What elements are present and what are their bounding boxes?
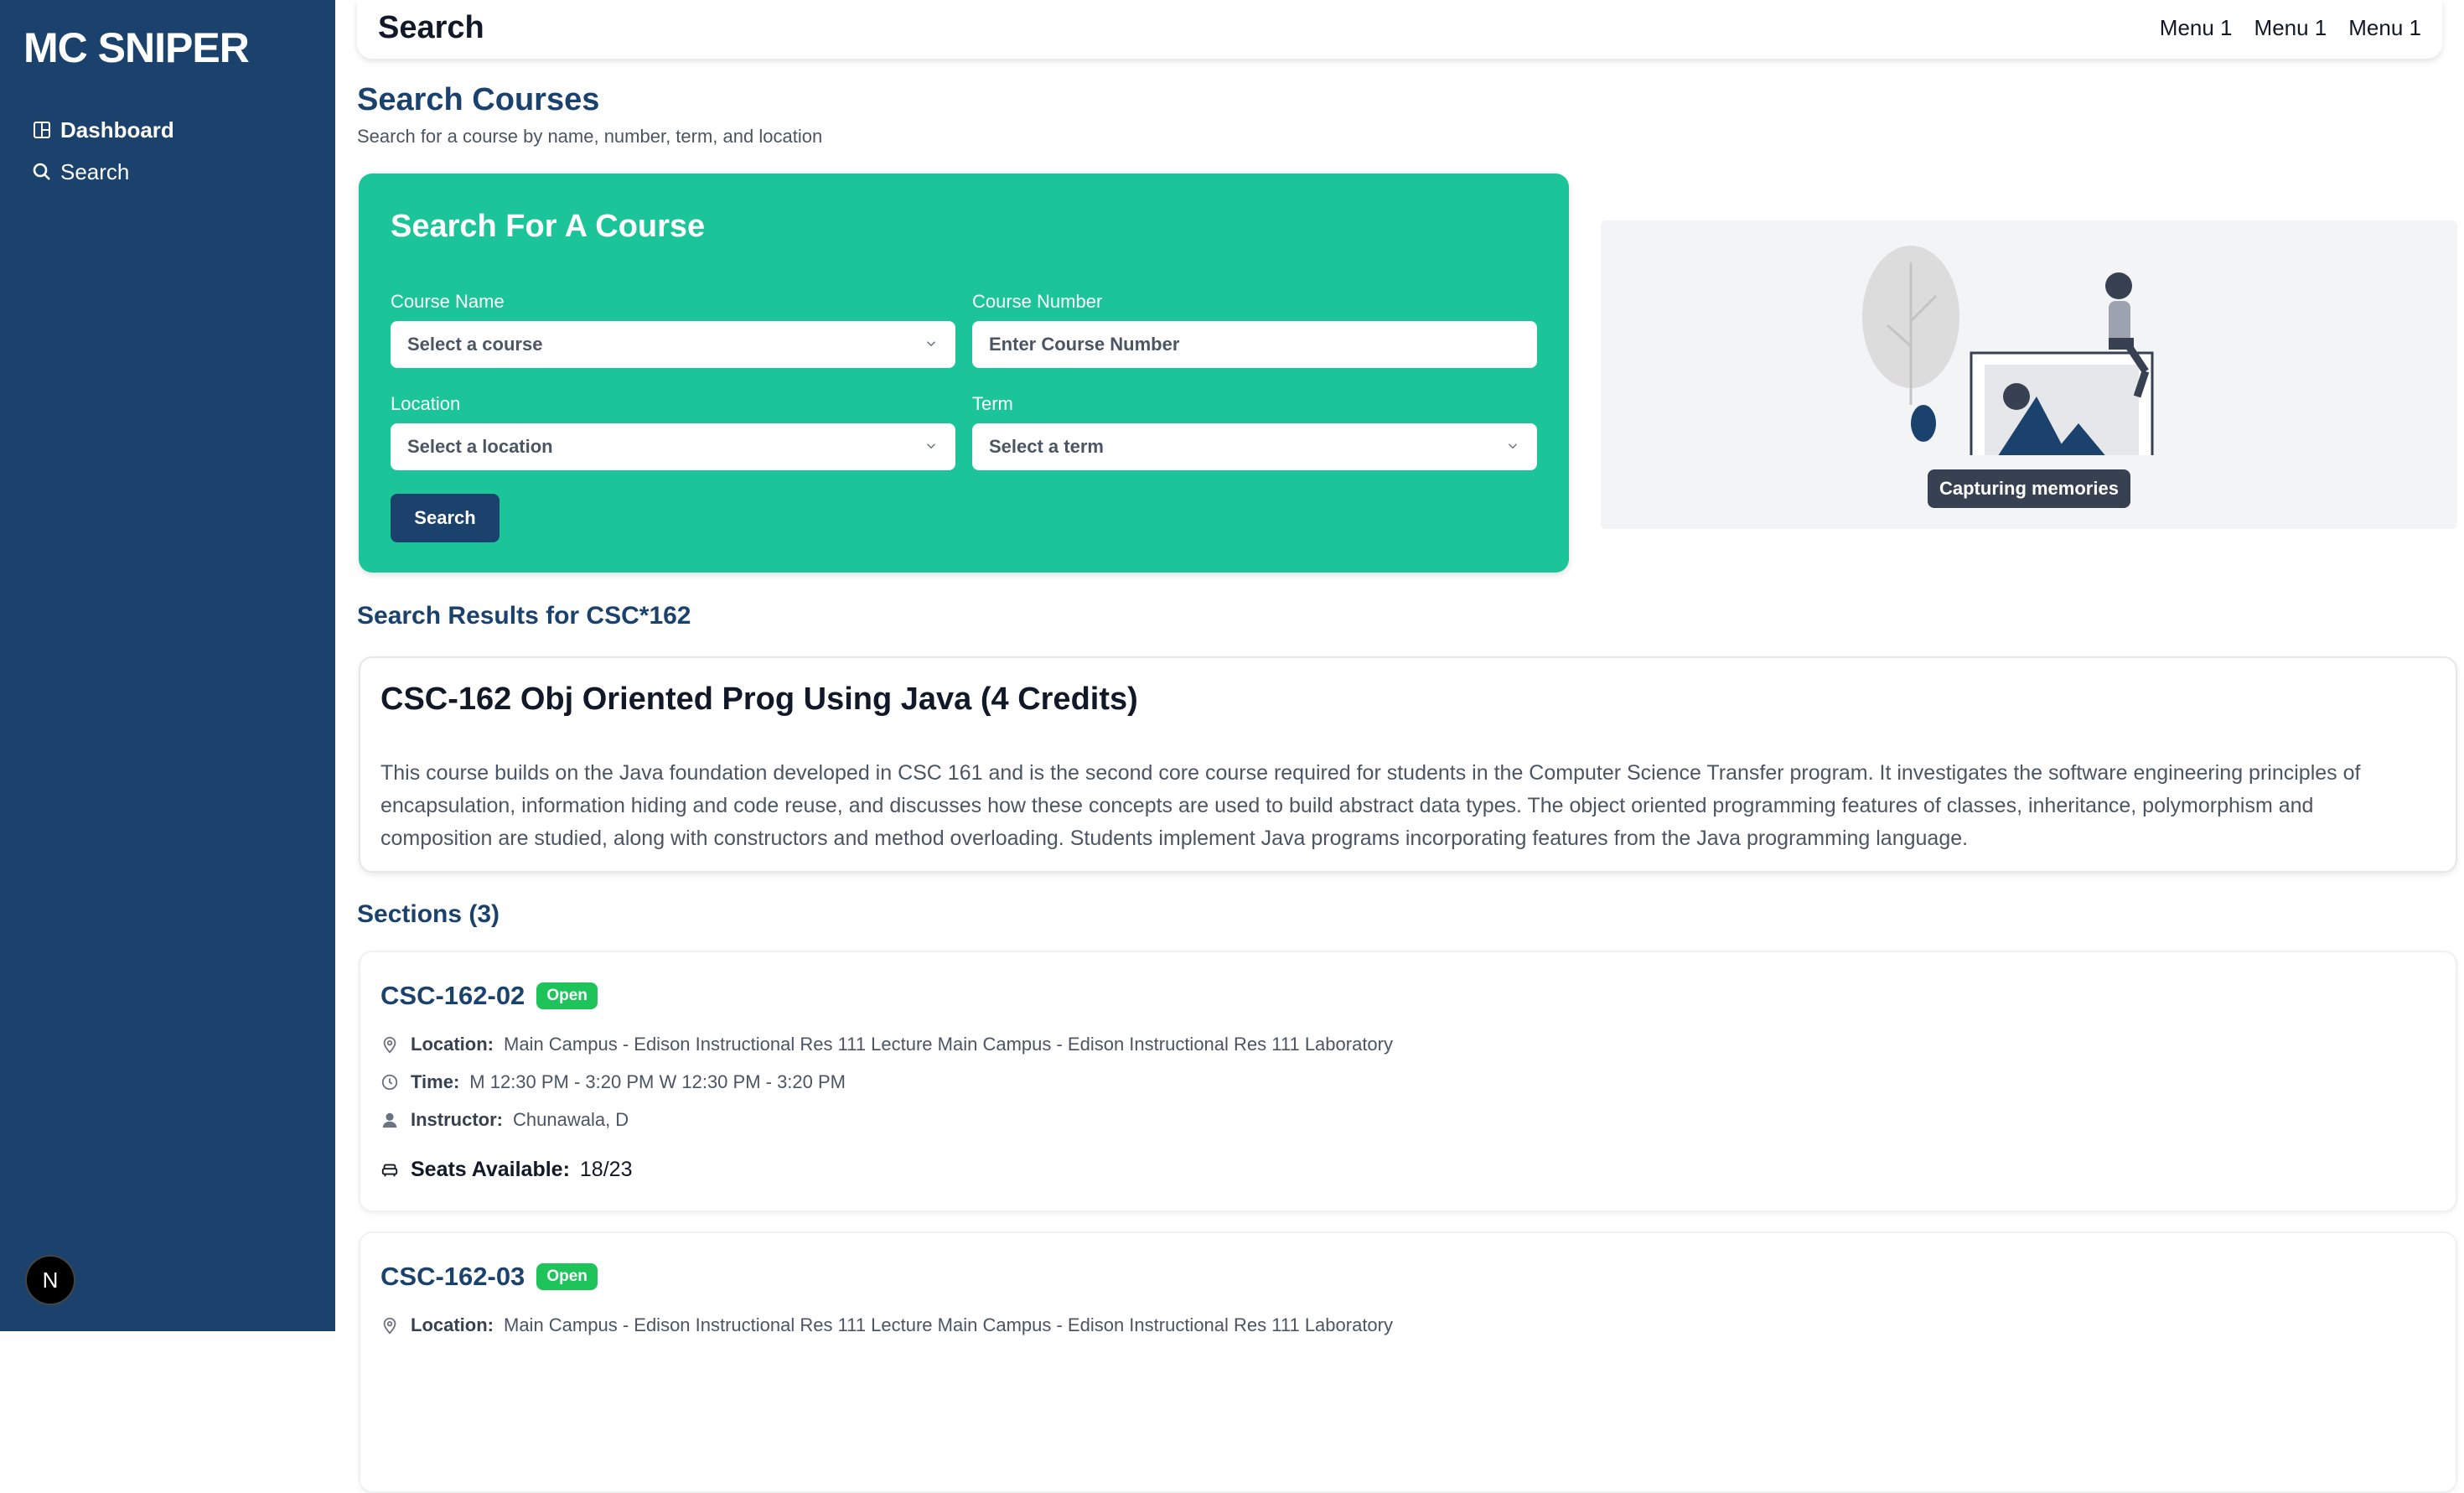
map-pin-icon [383,1317,396,1335]
sidebar-nav: Dashboard Search [32,109,174,193]
top-bar: Search Menu 1 Menu 1 Menu 1 [357,0,2442,59]
brand-logo[interactable]: MC SNIPER [23,23,250,72]
course-number-field: Course Number Enter Course Number [972,291,1537,368]
search-card-title: Search For A Course [391,209,706,244]
search-icon [33,163,50,180]
map-pin-icon [383,1036,396,1054]
search-button[interactable]: Search [391,494,500,542]
course-title: CSC-162 Obj Oriented Prog Using Java (4 … [380,682,1138,717]
sidebar: MC SNIPER Dashboard Search N [0,0,335,1331]
location-key: Location: [411,1034,494,1055]
section-instructor-row: Instructor: Chunawala, D [380,1109,629,1131]
top-bar-menus: Menu 1 Menu 1 Menu 1 [2160,15,2421,41]
section-location-row: Location: Main Campus - Edison Instructi… [380,1034,1393,1055]
clock-icon [381,1074,398,1091]
section-location-row: Location: Main Campus - Edison Instructi… [380,1314,1393,1336]
location-field: Location Select a location [391,393,955,470]
term-select[interactable]: Select a term [972,423,1537,470]
location-value: Select a location [407,436,553,457]
course-name-field: Course Name Select a course [391,291,955,368]
sidebar-item-label: Dashboard [60,117,174,143]
results-heading: Search Results for CSC*162 [357,602,691,630]
location-key: Location: [411,1314,494,1335]
course-card: CSC-162 Obj Oriented Prog Using Java (4 … [359,656,2457,873]
course-name-value: Select a course [407,334,543,355]
location-value: Main Campus - Edison Instructional Res 1… [504,1314,1393,1335]
seat-icon [381,1164,398,1176]
location-label: Location [391,393,461,414]
term-value: Select a term [989,436,1104,457]
term-label: Term [972,393,1013,414]
top-bar-title: Search [378,10,484,45]
time-key: Time: [411,1071,460,1092]
seats-value: 18/23 [579,1158,633,1181]
section-code: CSC-162-03 [380,1262,525,1291]
user-icon [382,1112,397,1128]
menu-item[interactable]: Menu 1 [2348,15,2421,41]
sidebar-item-label: Search [60,158,130,184]
status-badge: Open [536,982,598,1009]
section-code: CSC-162-02 [380,981,525,1010]
chevron-down-icon [926,443,936,449]
section-card: CSC-162-02 Open Location: Main Campus - … [359,951,2457,1212]
illustration-caption: Capturing memories [1928,469,2130,508]
dashboard-icon [34,122,50,138]
status-badge: Open [536,1263,598,1290]
section-seats-row: Seats Available: 18/23 [380,1158,632,1182]
section-header: CSC-162-03 Open [380,1262,598,1292]
section-time-row: Time: M 12:30 PM - 3:20 PM W 12:30 PM - … [380,1071,846,1093]
page-title: Search Courses [357,82,600,117]
course-number-placeholder: Enter Course Number [989,334,1180,355]
course-number-label: Course Number [972,291,1103,312]
location-value: Main Campus - Edison Instructional Res 1… [504,1034,1393,1055]
section-header: CSC-162-02 Open [380,981,598,1011]
nextjs-badge[interactable]: N [25,1255,75,1305]
sidebar-item-dashboard[interactable]: Dashboard [32,109,174,151]
page-subtitle: Search for a course by name, number, ter… [357,126,823,147]
chevron-down-icon [1508,443,1518,449]
chevron-down-icon [926,341,936,347]
instructor-value: Chunawala, D [513,1109,629,1130]
menu-item[interactable]: Menu 1 [2254,15,2327,41]
course-name-select[interactable]: Select a course [391,321,955,368]
capturing-memories-illustration [1862,246,2154,455]
sections-heading: Sections (3) [357,900,500,928]
menu-item[interactable]: Menu 1 [2160,15,2233,41]
course-number-input[interactable]: Enter Course Number [972,321,1537,368]
sidebar-item-search[interactable]: Search [32,151,174,193]
illustration-panel: Capturing memories [1601,220,2457,529]
section-card: CSC-162-03 Open Location: Main Campus - … [359,1231,2457,1493]
seats-key: Seats Available: [411,1158,570,1181]
instructor-key: Instructor: [411,1109,503,1130]
location-select[interactable]: Select a location [391,423,955,470]
search-card: Search For A Course Course Name Select a… [359,174,1569,573]
course-description: This course builds on the Java foundatio… [380,761,2361,850]
course-name-label: Course Name [391,291,505,312]
time-value: M 12:30 PM - 3:20 PM W 12:30 PM - 3:20 P… [469,1071,846,1092]
term-field: Term Select a term [972,393,1537,470]
